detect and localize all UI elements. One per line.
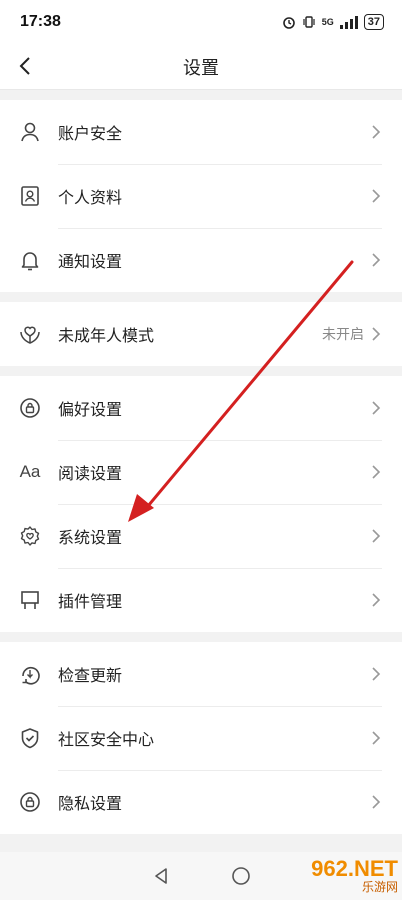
settings-group-security: 检查更新 社区安全中心 隐私设置	[0, 642, 402, 834]
setting-label: 社区安全中心	[58, 730, 155, 749]
setting-item-system[interactable]: 系统设置	[0, 504, 402, 568]
nav-home-icon[interactable]	[231, 866, 251, 886]
shield-check-icon	[18, 726, 42, 750]
setting-label: 插件管理	[58, 592, 123, 611]
setting-label: 个人资料	[58, 188, 123, 207]
setting-label: 系统设置	[58, 528, 123, 547]
chevron-right-icon	[372, 253, 381, 267]
setting-item-check-update[interactable]: 检查更新	[0, 642, 402, 706]
status-time: 17:38	[20, 13, 61, 30]
status-icons: 5G 37	[282, 14, 384, 30]
battery-indicator: 37	[363, 14, 384, 30]
chevron-right-icon	[372, 529, 381, 543]
settings-group-minor: 未成年人模式 未开启	[0, 302, 402, 366]
setting-label: 隐私设置	[58, 794, 123, 813]
setting-item-reading[interactable]: Aa 阅读设置	[0, 440, 402, 504]
nav-back-icon[interactable]	[151, 866, 171, 886]
setting-label: 检查更新	[58, 666, 123, 685]
chevron-right-icon	[372, 401, 381, 415]
heart-hands-icon	[18, 322, 42, 346]
setting-item-minor-mode[interactable]: 未成年人模式 未开启	[0, 302, 402, 366]
alarm-icon	[282, 17, 295, 29]
setting-item-profile[interactable]: 个人资料	[0, 164, 402, 228]
chevron-right-icon	[372, 731, 381, 745]
setting-item-community-safety[interactable]: 社区安全中心	[0, 706, 402, 770]
chevron-right-icon	[372, 189, 381, 203]
chevron-right-icon	[372, 795, 381, 809]
settings-group-account: 账户安全 个人资料 通知设置	[0, 100, 402, 292]
status-bar: 17:38 5G 37	[0, 0, 402, 44]
signal-icon	[339, 15, 358, 29]
setting-item-plugins[interactable]: 插件管理	[0, 568, 402, 632]
minor-mode-status: 未开启	[322, 327, 364, 343]
setting-label: 未成年人模式	[58, 326, 155, 345]
bell-icon	[18, 248, 42, 272]
chevron-right-icon	[372, 667, 381, 681]
lock-circle-icon	[18, 790, 42, 814]
back-arrow-icon[interactable]	[14, 54, 38, 78]
page-title: 设置	[183, 57, 219, 79]
setting-item-notifications[interactable]: 通知设置	[0, 228, 402, 292]
setting-item-preferences[interactable]: 偏好设置	[0, 376, 402, 440]
chevron-right-icon	[372, 593, 381, 607]
header: 设置	[0, 44, 402, 90]
chevron-right-icon	[372, 465, 381, 479]
watermark-logo: 962.NET 乐游网	[311, 856, 398, 895]
refresh-download-icon	[18, 662, 42, 686]
settings-group-general: 偏好设置 Aa 阅读设置 系统设置 插件管理	[0, 376, 402, 632]
setting-item-account-security[interactable]: 账户安全	[0, 100, 402, 164]
chevron-right-icon	[372, 125, 381, 139]
vibrate-icon	[303, 16, 315, 28]
chevron-right-icon	[372, 327, 381, 341]
setting-label: 阅读设置	[58, 464, 123, 483]
profile-card-icon	[18, 184, 42, 208]
plugin-icon	[18, 588, 42, 612]
network-type: 5G	[321, 17, 334, 27]
lock-circle-icon	[18, 396, 42, 420]
person-icon	[18, 120, 42, 144]
setting-label: 偏好设置	[58, 400, 123, 419]
settings-screen: 17:38 5G 37 设置 账户安全 个人资料 通知设置 未成年人模式 未开启…	[0, 0, 402, 900]
setting-label: 通知设置	[58, 252, 123, 271]
setting-label: 账户安全	[58, 124, 123, 143]
font-aa-icon: Aa	[19, 462, 41, 481]
gear-heart-icon	[18, 524, 42, 548]
setting-item-privacy[interactable]: 隐私设置	[0, 770, 402, 834]
